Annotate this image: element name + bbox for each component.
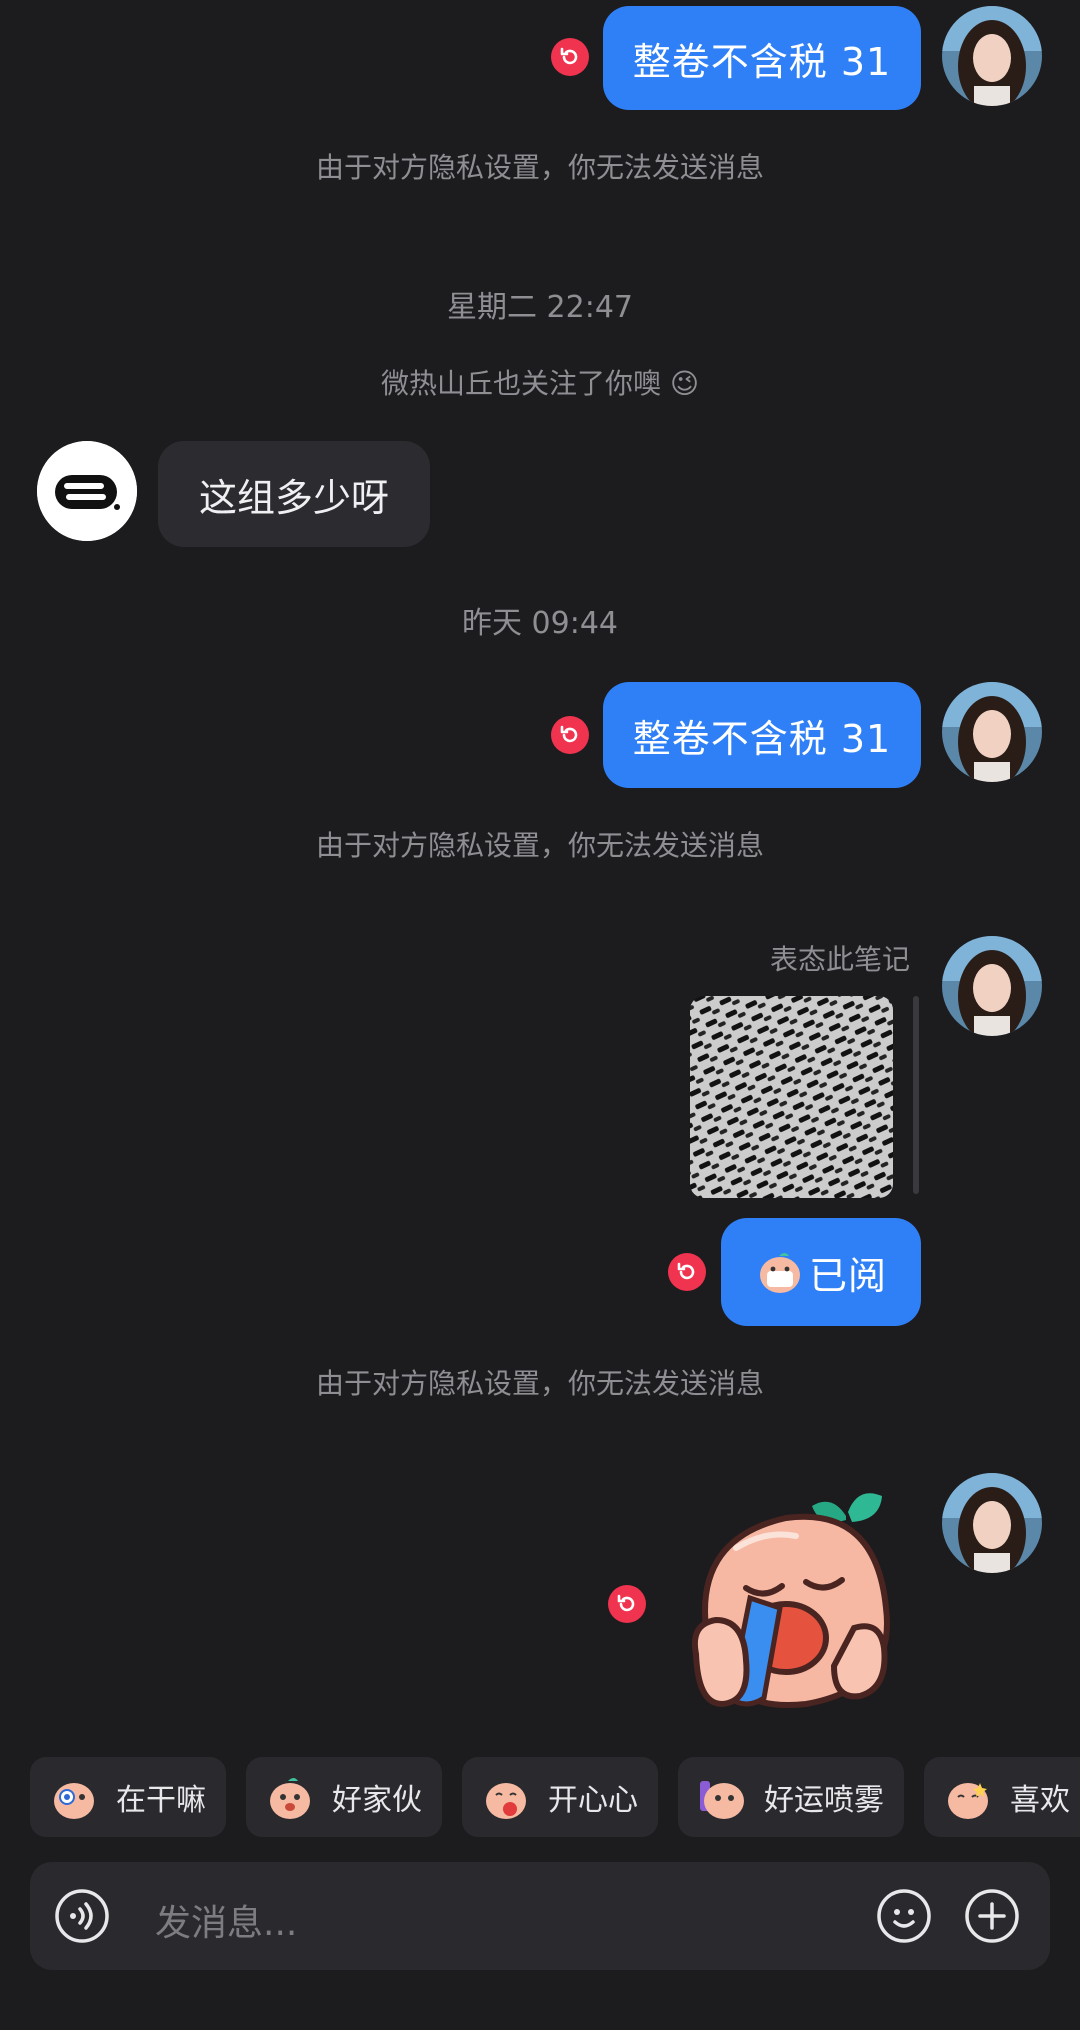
message-text: 这组多少呀 xyxy=(198,475,389,520)
quick-reply-label: 好运喷雾 xyxy=(764,1783,884,1818)
plus-icon[interactable] xyxy=(964,1888,1020,1944)
peach-crying-sticker[interactable] xyxy=(676,1478,916,1723)
follow-notice: 微热山丘也关注了你噢 😉 xyxy=(0,366,1080,402)
my-avatar[interactable] xyxy=(942,936,1042,1036)
retract-icon[interactable] xyxy=(668,1253,706,1291)
my-avatar[interactable] xyxy=(942,1473,1042,1573)
quick-reply-label: 开心心 xyxy=(548,1783,638,1818)
peach-sticker-icon xyxy=(54,1783,94,1819)
message-composer: 发消息... xyxy=(30,1862,1050,1970)
privacy-notice: 由于对方隐私设置，你无法发送消息 xyxy=(315,829,764,862)
quick-reply-label: 在干嘛 xyxy=(116,1783,206,1818)
note-reaction-label: 表态此笔记 xyxy=(770,943,911,976)
quick-reply-chip[interactable]: 好家伙 xyxy=(246,1757,442,1837)
my-avatar[interactable] xyxy=(942,6,1042,106)
note-thumbnail[interactable] xyxy=(690,996,893,1198)
follow-notice-text: 微热山丘也关注了你噢 xyxy=(380,367,661,400)
incoming-message-bubble[interactable]: 这组多少呀 xyxy=(158,441,430,547)
quick-reply-label: 好家伙 xyxy=(332,1783,422,1818)
outgoing-message-bubble[interactable]: 整卷不含税 31 xyxy=(603,6,921,110)
privacy-notice: 由于对方隐私设置，你无法发送消息 xyxy=(315,1367,764,1400)
peach-sticker-icon xyxy=(700,1781,744,1819)
peach-sticker-icon xyxy=(270,1778,310,1819)
quick-reply-label: 喜欢 xyxy=(1010,1783,1070,1818)
retract-icon[interactable] xyxy=(551,38,589,76)
wink-emoji: 😉 xyxy=(669,367,700,400)
message-text: 整卷不含税 31 xyxy=(632,716,892,761)
quick-reply-chip[interactable]: 在干嘛 xyxy=(30,1757,226,1837)
voice-icon[interactable] xyxy=(54,1888,110,1944)
read-text: 已阅 xyxy=(808,1253,887,1298)
quick-reply-bar: 在干嘛 好家伙 开心心 好运喷雾 喜欢 xyxy=(30,1757,1080,1837)
message-text: 整卷不含税 31 xyxy=(632,39,892,84)
peach-sticker-icon xyxy=(486,1783,526,1819)
quick-reply-chip[interactable]: 喜欢 xyxy=(924,1757,1080,1837)
read-receipt-bubble[interactable]: 已阅 xyxy=(721,1218,921,1326)
timestamp: 星期二 22:47 xyxy=(447,290,633,325)
message-input[interactable]: 发消息... xyxy=(155,1894,297,1946)
emoji-icon[interactable] xyxy=(876,1888,932,1944)
quick-reply-chip[interactable]: 好运喷雾 xyxy=(678,1757,904,1837)
retract-icon[interactable] xyxy=(551,716,589,754)
peach-sticker-icon xyxy=(948,1783,988,1819)
timestamp: 昨天 09:44 xyxy=(462,606,618,641)
note-scrollbar[interactable] xyxy=(913,996,919,1194)
quick-reply-chip[interactable]: 开心心 xyxy=(462,1757,658,1837)
retract-icon[interactable] xyxy=(608,1585,646,1623)
contact-avatar[interactable] xyxy=(37,441,137,541)
my-avatar[interactable] xyxy=(942,682,1042,782)
peach-sticker-icon xyxy=(759,1253,800,1293)
outgoing-message-bubble[interactable]: 整卷不含税 31 xyxy=(603,682,921,788)
privacy-notice: 由于对方隐私设置，你无法发送消息 xyxy=(315,151,764,184)
